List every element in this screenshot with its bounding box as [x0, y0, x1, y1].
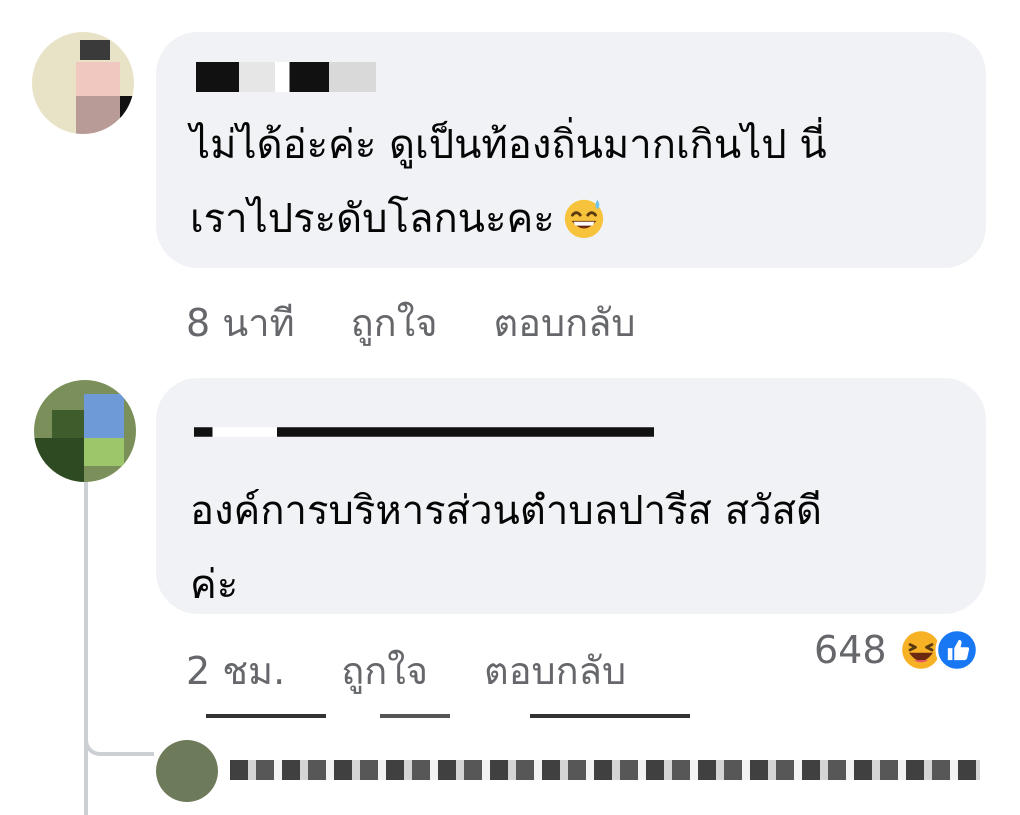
comment-text: องค์การบริหารส่วนตำบลปารีส สวัสดี ค่ะ	[190, 488, 822, 608]
like-button[interactable]: ถูกใจ	[351, 292, 438, 353]
redacted-text-line	[206, 714, 326, 718]
redacted-text-line	[530, 714, 690, 718]
reply-button[interactable]: ตอบกลับ	[493, 292, 635, 353]
avatar[interactable]	[34, 380, 136, 482]
avatar-pixel	[120, 96, 134, 134]
avatar[interactable]	[32, 32, 134, 134]
avatar[interactable]	[156, 740, 218, 802]
redacted-author-name[interactable]	[194, 427, 654, 437]
comment-text: ไม่ได้อ่ะค่ะ ดูเป็นท้องถิ่นมากเกินไป นี่…	[190, 122, 827, 242]
avatar-pixel	[52, 410, 84, 438]
avatar-pixel	[84, 394, 124, 438]
like-button[interactable]: ถูกใจ	[341, 640, 428, 701]
avatar-pixel	[84, 438, 124, 466]
redacted-comment-preview	[230, 760, 980, 780]
comment-actions: 2 ชม. ถูกใจ ตอบกลับ	[186, 640, 626, 701]
comment-timestamp[interactable]: 2 ชม.	[186, 640, 285, 701]
comment-actions: 8 นาที ถูกใจ ตอบกลับ	[186, 292, 636, 353]
reaction-count: 648	[814, 628, 887, 672]
grinning-sweat-icon	[564, 199, 603, 239]
avatar-pixel	[76, 62, 120, 96]
comment-bubble: องค์การบริหารส่วนตำบลปารีส สวัสดี ค่ะ	[156, 378, 986, 614]
avatar-pixel	[34, 438, 84, 482]
like-reaction-icon	[934, 628, 979, 672]
reaction-summary[interactable]: 648	[814, 628, 979, 672]
redacted-text-line	[380, 714, 450, 718]
reaction-icons	[898, 628, 979, 672]
comment-timestamp[interactable]: 8 นาที	[186, 292, 295, 353]
reply-button[interactable]: ตอบกลับ	[484, 640, 626, 701]
comment-bubble: ไม่ได้อ่ะค่ะ ดูเป็นท้องถิ่นมากเกินไป นี่…	[156, 32, 986, 268]
redacted-author-name[interactable]	[196, 62, 376, 92]
thread-connector-elbow	[84, 736, 154, 756]
thread-connector-line	[84, 470, 88, 815]
avatar-pixel	[80, 40, 110, 60]
avatar-pixel	[76, 96, 120, 134]
